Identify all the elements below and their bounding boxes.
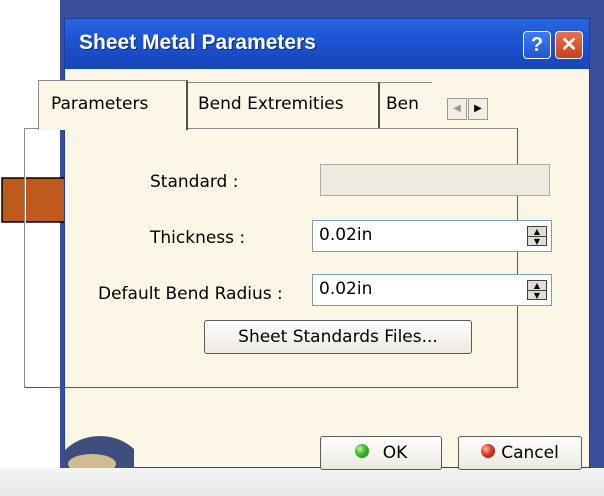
thickness-label: Thickness : bbox=[150, 228, 246, 248]
arrow-left-icon: ◀ bbox=[453, 103, 461, 114]
help-icon: ? bbox=[530, 34, 544, 56]
button-label: Sheet Standards Files... bbox=[238, 327, 438, 347]
tab-label: Ben bbox=[386, 94, 419, 114]
bend-radius-spinner[interactable]: ▲ ▼ bbox=[527, 280, 547, 300]
dialog-title: Sheet Metal Parameters bbox=[79, 31, 316, 54]
page-bottom-strip bbox=[0, 468, 604, 496]
tab-scroll-right-button[interactable]: ▶ bbox=[468, 98, 488, 120]
close-button[interactable]: ✕ bbox=[555, 31, 583, 59]
spin-up-icon[interactable]: ▲ bbox=[528, 227, 546, 236]
ok-status-icon bbox=[354, 444, 369, 458]
arrow-right-icon: ▶ bbox=[474, 103, 482, 114]
thickness-spinner[interactable]: ▲ ▼ bbox=[527, 226, 547, 246]
help-button[interactable]: ? bbox=[523, 31, 551, 59]
ok-button[interactable]: OK bbox=[320, 436, 442, 470]
thickness-input[interactable]: 0.02in bbox=[312, 220, 552, 252]
tab-bend-corner-relief[interactable]: Ben bbox=[380, 82, 432, 128]
standard-field bbox=[320, 164, 550, 196]
tab-bend-extremities[interactable]: Bend Extremities bbox=[188, 82, 380, 128]
default-bend-radius-input[interactable]: 0.02in bbox=[312, 274, 552, 306]
sheet-standards-files-button[interactable]: Sheet Standards Files... bbox=[204, 320, 472, 354]
spin-up-icon[interactable]: ▲ bbox=[528, 281, 546, 290]
button-label: OK bbox=[382, 443, 408, 463]
tab-scroll-left-button[interactable]: ◀ bbox=[447, 98, 467, 120]
catia-logo-swoosh bbox=[64, 436, 134, 468]
standard-label: Standard : bbox=[150, 172, 239, 192]
cancel-button[interactable]: Cancel bbox=[458, 436, 582, 470]
spin-down-icon[interactable]: ▼ bbox=[528, 290, 546, 300]
title-bar[interactable]: Sheet Metal Parameters ? ✕ bbox=[65, 19, 589, 69]
tab-label: Bend Extremities bbox=[198, 94, 344, 114]
tab-label: Parameters bbox=[51, 94, 149, 114]
default-bend-radius-label: Default Bend Radius : bbox=[98, 284, 283, 304]
spin-down-icon[interactable]: ▼ bbox=[528, 236, 546, 246]
tab-parameters[interactable]: Parameters bbox=[38, 80, 188, 130]
cancel-status-icon bbox=[481, 444, 496, 458]
close-icon: ✕ bbox=[560, 34, 578, 56]
button-label: Cancel bbox=[501, 443, 559, 463]
